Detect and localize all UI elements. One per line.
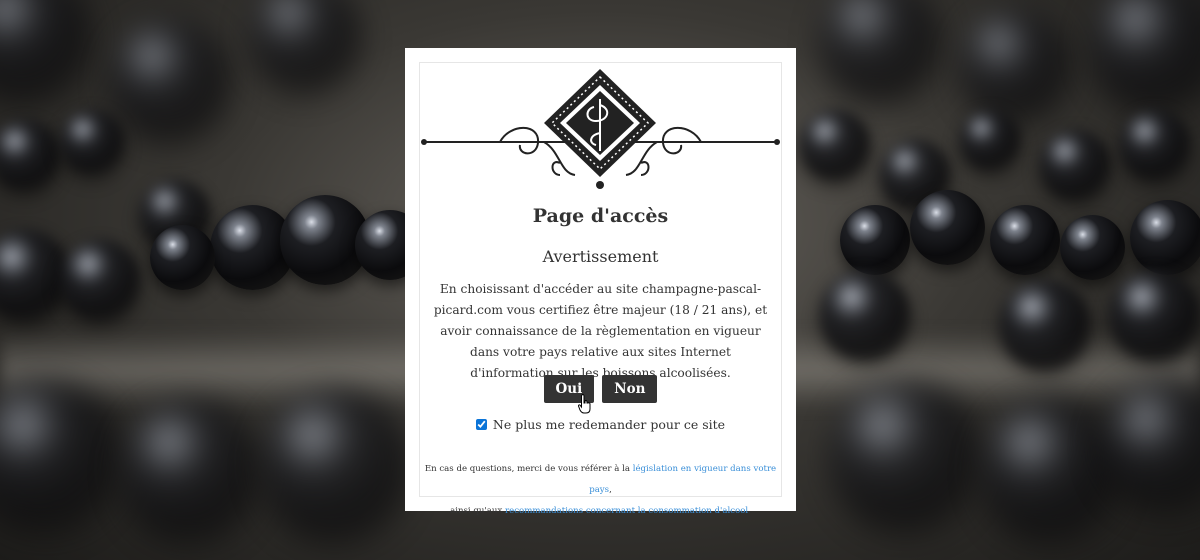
- hand-pointer-cursor-icon: [578, 394, 591, 414]
- footer-punct-2: .: [748, 506, 751, 516]
- footer-line-1: En cas de questions, merci de vous référ…: [420, 459, 781, 501]
- footer-text-1: En cas de questions, merci de vous référ…: [424, 464, 633, 474]
- recommendations-link[interactable]: recommandations concernant la consommati…: [505, 506, 748, 516]
- footer-punct-1: ,: [609, 485, 612, 495]
- page-title: Page d'accès: [532, 205, 669, 227]
- remember-checkbox[interactable]: [475, 419, 487, 430]
- remember-choice[interactable]: Ne plus me redemander pour ce site: [420, 417, 781, 432]
- age-warning-text: En choisissant d'accéder au site champag…: [433, 282, 768, 380]
- ornamental-logo-icon: [421, 69, 780, 189]
- remember-label: Ne plus me redemander pour ce site: [492, 417, 726, 432]
- footer-text-2: ainsi qu'aux: [450, 506, 506, 516]
- footer-line-2: ainsi qu'aux recommandations concernant …: [420, 501, 781, 522]
- age-gate-modal: Page d'accès Avertissement En choisissan…: [405, 48, 796, 516]
- legal-footer: En cas de questions, merci de vous référ…: [420, 459, 781, 522]
- button-group: Oui Non: [420, 375, 781, 403]
- modal-inner-frame: Page d'accès Avertissement En choisissan…: [419, 62, 782, 516]
- warning-subtitle: Avertissement: [542, 247, 659, 266]
- no-button[interactable]: Non: [602, 375, 658, 403]
